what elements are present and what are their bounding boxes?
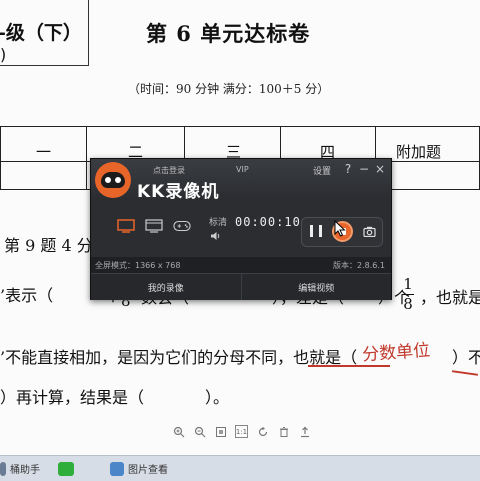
window-mode-icon[interactable] (145, 219, 163, 233)
table-header: 一 (36, 143, 52, 161)
logo-eye (115, 177, 121, 183)
zoom-in-icon[interactable] (172, 425, 185, 438)
taskbar-item-assistant[interactable]: 桶助手 (0, 460, 40, 477)
table-col-line (0, 127, 1, 189)
game-mode-icon[interactable] (173, 219, 191, 233)
delete-icon[interactable] (277, 425, 290, 438)
kk-bottom-tabs: 我的录像 编辑视频 (91, 273, 391, 300)
image-viewer-icon (110, 461, 124, 476)
vip-badge[interactable]: VIP (236, 165, 249, 174)
actual-size-icon[interactable]: 1:1 (235, 425, 248, 438)
rotate-icon[interactable] (256, 425, 269, 438)
assistant-icon (0, 461, 6, 476)
login-link[interactable]: 点击登录 (153, 165, 185, 176)
taskbar-item-wechat[interactable] (58, 460, 74, 477)
grade-box-line (0, 65, 88, 66)
share-icon[interactable] (298, 425, 311, 438)
speaker-icon[interactable] (210, 231, 221, 244)
taskbar-item-image-viewer[interactable]: 图片查看 (110, 460, 168, 477)
question-score-note: 第 9 题 4 分 (4, 236, 93, 255)
zoom-out-icon[interactable] (193, 425, 206, 438)
table-col-line (86, 127, 87, 189)
fit-page-icon[interactable] (214, 425, 227, 438)
exam-title: 第 6 单元达标卷 (146, 21, 311, 46)
close-button[interactable]: × (373, 162, 387, 176)
logo-face (101, 172, 125, 188)
fraction-denominator: 8 (403, 295, 413, 313)
tab-my-recordings[interactable]: 我的录像 (91, 274, 241, 300)
help-button[interactable]: ? (341, 162, 355, 176)
fraction-one-eighth: 1 8 (402, 276, 414, 313)
kk-logo-icon (95, 162, 131, 198)
pause-button[interactable] (310, 225, 322, 239)
question-text: ，也就是 (420, 288, 480, 307)
question-text: ’不能直接相加，是因为它们的分母不同，也就是（ (0, 348, 358, 367)
grade-title: -级（下） (0, 22, 82, 44)
settings-button[interactable]: 设置 (313, 164, 331, 177)
tab-edit-video[interactable]: 编辑视频 (240, 274, 392, 300)
version-label: 版本：2.8.6.1 (333, 261, 385, 270)
fraction-numerator: 1 (403, 275, 413, 293)
taskbar-item-label: 桶助手 (10, 465, 40, 476)
grade-paren: ) (0, 45, 7, 64)
question-text: ）。 (205, 388, 230, 407)
grade-box-divider (88, 0, 89, 66)
taskbar: 桶助手 图片查看 (0, 455, 480, 481)
mouse-cursor-icon (334, 219, 346, 241)
question-text: ’表示（ (0, 286, 54, 305)
quality-selector[interactable]: 标清 (209, 215, 227, 228)
handwritten-answer: 分数单位 (361, 340, 431, 366)
kk-recorder-window: 点击登录 VIP KK录像机 设置 ? − × 标清 00:00:10 全屏模式… (90, 158, 392, 300)
viewer-toolbar: 1:1 (172, 425, 311, 438)
handwritten-underline (308, 365, 390, 367)
handwritten-stroke (451, 370, 479, 376)
time-score-line: （时间：90 分钟 满分：100＋5 分） (128, 82, 330, 96)
logo-eye (105, 177, 111, 183)
taskbar-item-label: 图片查看 (128, 465, 168, 476)
screenshot-camera-icon[interactable] (362, 224, 376, 238)
screen-mode-icon[interactable] (117, 219, 135, 233)
kk-status-bar: 全屏模式：1366 x 768 版本：2.8.6.1 (91, 257, 391, 273)
wechat-icon (58, 461, 74, 476)
kk-header: 点击登录 VIP KK录像机 设置 ? − × (91, 159, 391, 202)
kk-controls-panel: 标清 00:00:10 (91, 201, 391, 257)
recording-timer: 00:00:10 (235, 215, 301, 229)
minimize-button[interactable]: − (357, 162, 371, 176)
question-text: ）再计算，结果是（ (0, 388, 145, 407)
fullscreen-mode-label: 全屏模式：1366 x 768 (95, 261, 181, 270)
app-title: KK录像机 (137, 182, 220, 202)
table-header: 附加题 (396, 143, 442, 161)
question-text: ）不同 (452, 348, 480, 367)
